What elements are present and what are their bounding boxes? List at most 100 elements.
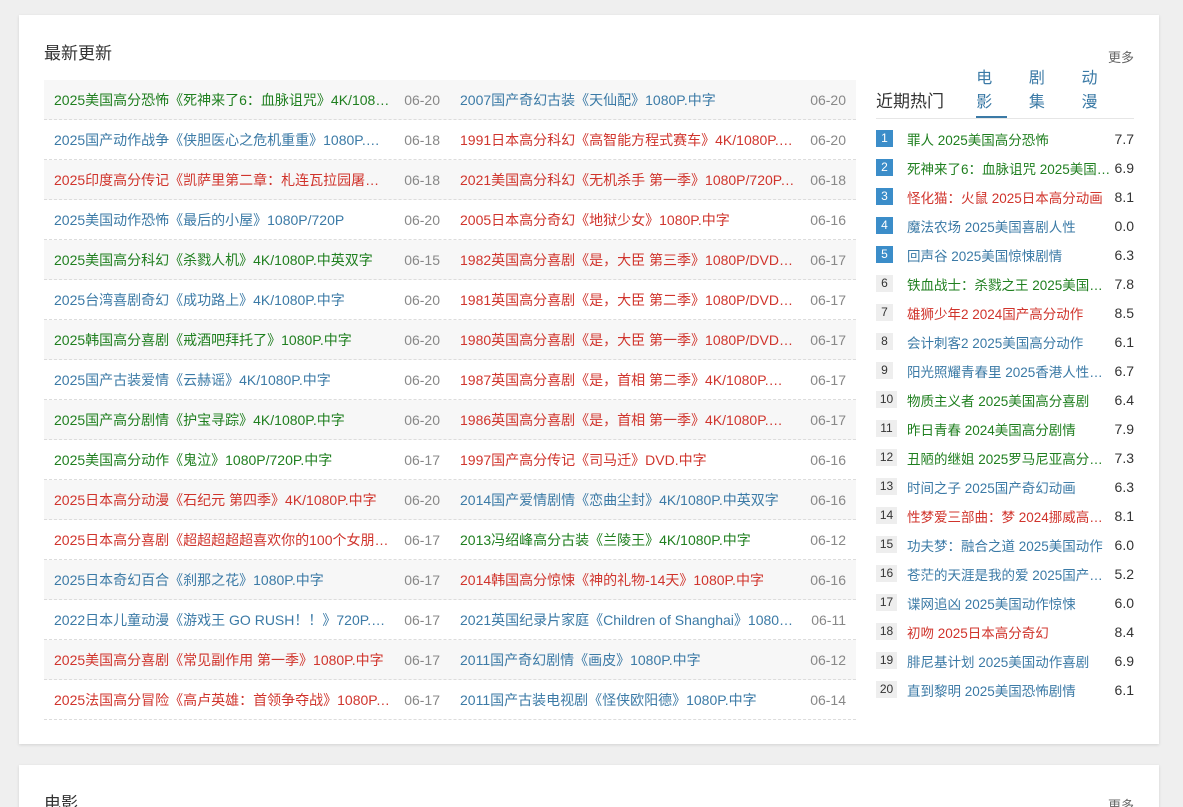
hot-item[interactable]: 11 昨日青春 2024美国高分剧情 7.9	[876, 414, 1134, 443]
hot-item-title[interactable]: 会计刺客2 2025美国高分动作	[907, 332, 1112, 352]
hot-item-title[interactable]: 罪人 2025美国高分恐怖	[907, 129, 1112, 149]
tab-anime[interactable]: 动漫	[1081, 64, 1112, 118]
hot-item[interactable]: 1 罪人 2025美国高分恐怖 7.7	[876, 124, 1134, 153]
update-title-link[interactable]: 2021美国高分科幻《无机杀手 第一季》1080P/720P.中字	[460, 170, 796, 190]
update-title-link[interactable]: 1981英国高分喜剧《是，大臣 第二季》1080P/DVD.中字	[460, 290, 796, 310]
update-title-link[interactable]: 1980英国高分喜剧《是，大臣 第一季》1080P/DVD.中字	[460, 330, 796, 350]
hot-item-title[interactable]: 腓尼基计划 2025美国动作喜剧	[907, 651, 1112, 671]
hot-item[interactable]: 9 阳光照耀青春里 2025香港人性剧情 6.7	[876, 356, 1134, 385]
movies-panel: 电影 更多	[19, 765, 1159, 807]
hot-item-title[interactable]: 怪化猫：火鼠 2025日本高分动画	[907, 187, 1112, 207]
hot-item-title[interactable]: 阳光照耀青春里 2025香港人性剧情	[907, 361, 1112, 381]
update-title-link[interactable]: 2025法国高分冒险《高卢英雄：首领争夺战》1080P.中字	[54, 690, 390, 710]
update-title-link[interactable]: 2025印度高分传记《凯萨里第二章：札连瓦拉园屠杀案》1080P.中字	[54, 170, 390, 190]
hot-item-title[interactable]: 昨日青春 2024美国高分剧情	[907, 419, 1112, 439]
hot-item-title[interactable]: 苍茫的天涯是我的爱 2025国产喜剧	[907, 564, 1112, 584]
hot-item[interactable]: 10 物质主义者 2025美国高分喜剧 6.4	[876, 385, 1134, 414]
update-title-link[interactable]: 2025美国高分喜剧《常见副作用 第一季》1080P.中字	[54, 650, 390, 670]
update-row: 2025日本高分喜剧《超超超超超喜欢你的100个女朋友》1080P.中字 06-1…	[44, 520, 856, 560]
hot-item[interactable]: 8 会计刺客2 2025美国高分动作 6.1	[876, 327, 1134, 356]
update-title-link[interactable]: 2025美国动作恐怖《最后的小屋》1080P/720P	[54, 210, 390, 230]
update-row: 2025台湾喜剧奇幻《成功路上》4K/1080P.中字 06-20 1981英国高分…	[44, 280, 856, 320]
hot-item-title[interactable]: 魔法农场 2025美国喜剧人性	[907, 216, 1112, 236]
hot-item[interactable]: 18 初吻 2025日本高分奇幻 8.4	[876, 617, 1134, 646]
update-title-link[interactable]: 1991日本高分科幻《高智能方程式赛车》4K/1080P.中字	[460, 130, 796, 150]
update-title-link[interactable]: 2021英国纪录片家庭《Children of Shanghai》1080P.中…	[460, 610, 796, 630]
hot-item[interactable]: 5 回声谷 2025美国惊悚剧情 6.3	[876, 240, 1134, 269]
hot-item-title[interactable]: 性梦爱三部曲：梦 2024挪威高分剧情	[907, 506, 1112, 526]
update-title-link[interactable]: 2025美国高分科幻《杀戮人机》4K/1080P.中英双字	[54, 250, 390, 270]
update-item: 1986英国高分喜剧《是，首相 第一季》4K/1080P.中字 06-17	[450, 400, 856, 440]
update-title-link[interactable]: 2014国产爱情剧情《恋曲尘封》4K/1080P.中英双字	[460, 490, 796, 510]
rank-badge: 10	[876, 391, 897, 408]
update-title-link[interactable]: 2013冯绍峰高分古装《兰陵王》4K/1080P.中字	[460, 530, 796, 550]
update-title-link[interactable]: 2011国产奇幻剧情《画皮》1080P.中字	[460, 650, 796, 670]
update-title-link[interactable]: 2025日本高分喜剧《超超超超超喜欢你的100个女朋友》1080P.中字	[54, 530, 390, 550]
update-row: 2025美国高分动作《鬼泣》1080P/720P.中字 06-17 1997国产高分…	[44, 440, 856, 480]
update-title-link[interactable]: 2025日本奇幻百合《刹那之花》1080P.中字	[54, 570, 390, 590]
update-item: 1987英国高分喜剧《是，首相 第二季》4K/1080P.中字 06-17	[450, 360, 856, 400]
hot-item-score: 7.8	[1114, 275, 1134, 292]
hot-item[interactable]: 19 腓尼基计划 2025美国动作喜剧 6.9	[876, 646, 1134, 675]
hot-item-title[interactable]: 物质主义者 2025美国高分喜剧	[907, 390, 1112, 410]
hot-item-score: 6.7	[1114, 362, 1134, 379]
update-title-link[interactable]: 2025美国高分动作《鬼泣》1080P/720P.中字	[54, 450, 390, 470]
hot-item-title[interactable]: 功夫梦：融合之道 2025美国动作	[907, 535, 1112, 555]
hot-item[interactable]: 3 怪化猫：火鼠 2025日本高分动画 8.1	[876, 182, 1134, 211]
movies-more-link[interactable]: 更多	[1108, 795, 1134, 807]
hot-item-title[interactable]: 初吻 2025日本高分奇幻	[907, 622, 1112, 642]
update-title-link[interactable]: 1997国产高分传记《司马迁》DVD.中字	[460, 450, 796, 470]
hot-item[interactable]: 16 苍茫的天涯是我的爱 2025国产喜剧 5.2	[876, 559, 1134, 588]
rank-badge: 13	[876, 478, 897, 495]
update-title-link[interactable]: 1987英国高分喜剧《是，首相 第二季》4K/1080P.中字	[460, 370, 796, 390]
update-date: 06-18	[404, 131, 440, 148]
update-title-link[interactable]: 1986英国高分喜剧《是，首相 第一季》4K/1080P.中字	[460, 410, 796, 430]
hot-item-score: 5.2	[1114, 565, 1134, 582]
update-title-link[interactable]: 2025日本高分动漫《石纪元 第四季》4K/1080P.中字	[54, 490, 390, 510]
hot-item-score: 8.4	[1114, 623, 1134, 640]
hot-item-title[interactable]: 时间之子 2025国产奇幻动画	[907, 477, 1112, 497]
hot-item[interactable]: 20 直到黎明 2025美国恐怖剧情 6.1	[876, 675, 1134, 704]
update-title-link[interactable]: 2022日本儿童动漫《游戏王 GO RUSH！！》720P.中字	[54, 610, 390, 630]
update-row: 2025美国高分科幻《杀戮人机》4K/1080P.中英双字 06-15 1982英国…	[44, 240, 856, 280]
update-title-link[interactable]: 2025国产高分剧情《护宝寻踪》4K/1080P.中字	[54, 410, 390, 430]
hot-header: 近期热门 电影 剧集 动漫	[876, 70, 1134, 119]
hot-item-title[interactable]: 铁血战士：杀戮之王 2025美国高分动画	[907, 274, 1112, 294]
update-title-link[interactable]: 2014韩国高分惊悚《神的礼物-14天》1080P.中字	[460, 570, 796, 590]
hot-item[interactable]: 13 时间之子 2025国产奇幻动画 6.3	[876, 472, 1134, 501]
hot-item[interactable]: 14 性梦爱三部曲：梦 2024挪威高分剧情 8.1	[876, 501, 1134, 530]
update-title-link[interactable]: 2007国产奇幻古装《天仙配》1080P.中字	[460, 90, 796, 110]
hot-item[interactable]: 6 铁血战士：杀戮之王 2025美国高分动画7.8	[876, 269, 1134, 298]
update-title-link[interactable]: 2025韩国高分喜剧《戒酒吧拜托了》1080P.中字	[54, 330, 390, 350]
hot-item-title[interactable]: 丑陋的继姐 2025罗马尼亚高分恐怖	[907, 448, 1112, 468]
update-title-link[interactable]: 1982英国高分喜剧《是，大臣 第三季》1080P/DVD.中字	[460, 250, 796, 270]
hot-item[interactable]: 4 魔法农场 2025美国喜剧人性 0.0	[876, 211, 1134, 240]
rank-badge: 11	[876, 420, 897, 437]
latest-updates-list: 2025美国高分恐怖《死神来了6：血脉诅咒》4K/1080P.中英双字 06-20…	[44, 80, 856, 720]
update-title-link[interactable]: 2025国产古装爱情《云赫谣》4K/1080P.中字	[54, 370, 390, 390]
hot-item[interactable]: 12 丑陋的继姐 2025罗马尼亚高分恐怖 7.3	[876, 443, 1134, 472]
hot-item-title[interactable]: 直到黎明 2025美国恐怖剧情	[907, 680, 1112, 700]
update-title-link[interactable]: 2025美国高分恐怖《死神来了6：血脉诅咒》4K/1080P.中英双字	[54, 90, 390, 110]
hot-item-title[interactable]: 死神来了6：血脉诅咒 2025美国高分恐怖	[907, 158, 1112, 178]
hot-item-title[interactable]: 雄狮少年2 2024国产高分动作	[907, 303, 1112, 323]
update-row: 2025美国动作恐怖《最后的小屋》1080P/720P 06-20 2005日本高分…	[44, 200, 856, 240]
hot-item-title[interactable]: 谍网追凶 2025美国动作惊悚	[907, 593, 1112, 613]
hot-item-title[interactable]: 回声谷 2025美国惊悚剧情	[907, 245, 1112, 265]
hot-item[interactable]: 2 死神来了6：血脉诅咒 2025美国高分恐怖6.9	[876, 153, 1134, 182]
hot-item[interactable]: 7 雄狮少年2 2024国产高分动作 8.5	[876, 298, 1134, 327]
update-item: 2025台湾喜剧奇幻《成功路上》4K/1080P.中字 06-20	[44, 280, 450, 320]
hot-list: 1罪人 2025美国高分恐怖7.72死神来了6：血脉诅咒 2025美国高分恐怖6…	[876, 124, 1134, 704]
update-item: 2021美国高分科幻《无机杀手 第一季》1080P/720P.中字 06-18	[450, 160, 856, 200]
hot-item[interactable]: 17 谍网追凶 2025美国动作惊悚 6.0	[876, 588, 1134, 617]
update-title-link[interactable]: 2005日本高分奇幻《地狱少女》1080P.中字	[460, 210, 796, 230]
update-title-link[interactable]: 2025国产动作战争《侠胆医心之危机重重》1080P.中字	[54, 130, 390, 150]
hot-item[interactable]: 15 功夫梦：融合之道 2025美国动作 6.0	[876, 530, 1134, 559]
tab-series[interactable]: 剧集	[1029, 64, 1060, 118]
update-title-link[interactable]: 2025台湾喜剧奇幻《成功路上》4K/1080P.中字	[54, 290, 390, 310]
rank-badge: 18	[876, 623, 897, 640]
tab-movies[interactable]: 电影	[976, 64, 1007, 118]
update-title-link[interactable]: 2011国产古装电视剧《怪侠欧阳德》1080P.中字	[460, 690, 796, 710]
rank-badge: 15	[876, 536, 897, 553]
hot-title: 近期热门	[876, 92, 944, 111]
